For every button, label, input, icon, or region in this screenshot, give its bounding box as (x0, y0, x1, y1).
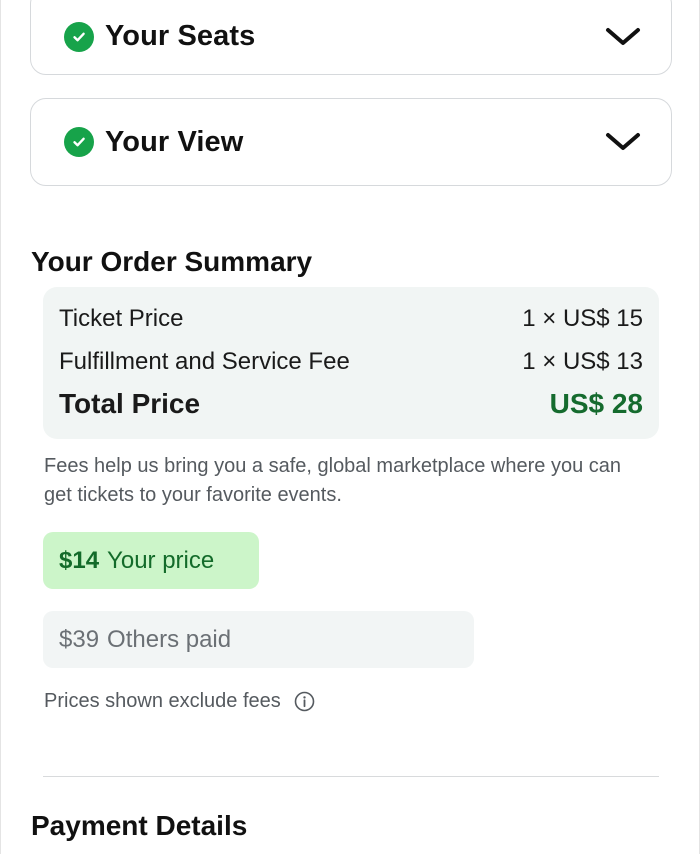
service-fee-row: Fulfillment and Service Fee 1 × US$ 13 (59, 348, 643, 376)
fees-note: Fees help us bring you a safe, global ma… (44, 455, 622, 506)
service-fee-label: Fulfillment and Service Fee (59, 348, 350, 375)
total-price-value: US$ 28 (549, 388, 643, 419)
service-fee-value: 1 × US$ 13 (522, 348, 643, 375)
payment-details-title: Payment Details (31, 810, 248, 841)
checkout-page: Your Seats Your View Your Order Summary … (0, 0, 700, 854)
ticket-price-value: 1 × US$ 15 (522, 305, 643, 332)
ticket-price-row: Ticket Price 1 × US$ 15 (59, 305, 643, 333)
your-price-badge: $14 Your price (43, 532, 259, 589)
your-price-amount: $14 (59, 546, 100, 574)
your-price-label: Your price (107, 546, 215, 574)
total-price-label: Total Price (59, 388, 201, 419)
check-circle-icon (64, 127, 94, 157)
order-summary-title: Your Order Summary (31, 246, 313, 277)
chevron-down-icon[interactable] (605, 26, 641, 48)
prices-note-text: Prices shown exclude fees (44, 690, 281, 712)
chevron-down-icon[interactable] (605, 131, 641, 153)
info-icon[interactable] (294, 691, 315, 712)
order-summary-box: Ticket Price 1 × US$ 15 Fulfillment and … (43, 287, 659, 439)
total-price-row: Total Price US$ 28 (59, 388, 643, 420)
check-circle-icon (64, 21, 94, 52)
your-view-title: Your View (105, 125, 244, 158)
ticket-price-label: Ticket Price (59, 305, 184, 332)
your-seats-title: Your Seats (105, 20, 256, 52)
others-paid-label: Others paid (107, 625, 232, 653)
your-view-accordion[interactable]: Your View (30, 98, 672, 186)
others-paid-amount: $39 (59, 625, 100, 653)
section-divider (43, 776, 659, 777)
prices-note: Prices shown exclude fees (44, 690, 315, 713)
others-paid-badge: $39 Others paid (43, 611, 474, 668)
your-seats-accordion[interactable]: Your Seats (30, 0, 672, 75)
